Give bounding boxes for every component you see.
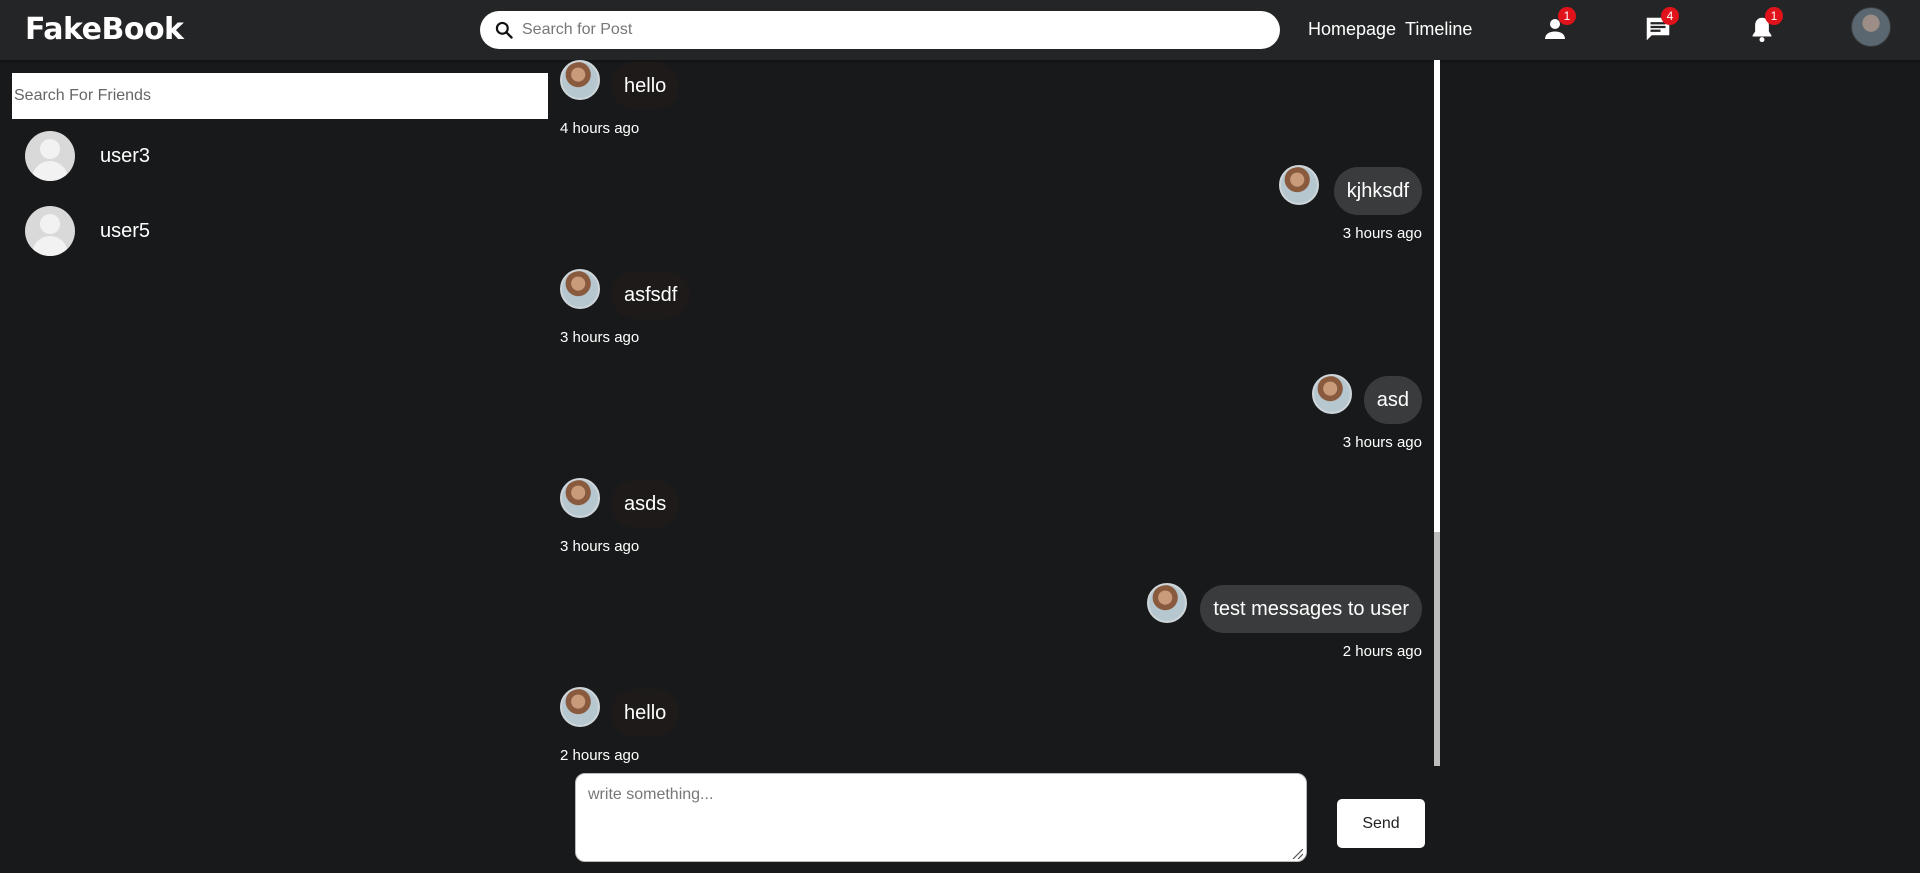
message-timestamp: 3 hours ago xyxy=(1342,225,1422,242)
message-bubble: test messages to user xyxy=(1200,585,1422,633)
friend-search-input[interactable] xyxy=(12,73,548,119)
message-bubble: asds xyxy=(611,480,680,528)
messages-button[interactable]: 4 xyxy=(1643,7,1679,46)
message-composer-input[interactable] xyxy=(575,773,1307,862)
friend-item[interactable]: user3 xyxy=(25,131,525,183)
resize-grip-icon[interactable] xyxy=(1291,849,1303,859)
post-search-input[interactable] xyxy=(520,15,1260,45)
message-outgoing: kjhksdf 3 hours ago xyxy=(1022,165,1422,245)
message-bubble: hello xyxy=(611,62,680,110)
message-bubble: kjhksdf xyxy=(1333,167,1422,215)
message-incoming: hello 2 hours ago xyxy=(560,687,960,766)
sender-avatar xyxy=(1147,583,1187,623)
friend-requests-badge: 1 xyxy=(1558,7,1576,25)
message-incoming: asds 3 hours ago xyxy=(560,478,960,558)
message-incoming: hello 4 hours ago xyxy=(560,60,960,140)
notifications-badge: 1 xyxy=(1765,7,1783,25)
send-button[interactable]: Send xyxy=(1337,799,1425,848)
message-outgoing: asd 3 hours ago xyxy=(1022,374,1422,454)
messages-badge: 4 xyxy=(1661,7,1679,25)
message-timestamp: 2 hours ago xyxy=(1342,643,1422,660)
friend-requests-button[interactable]: 1 xyxy=(1540,7,1576,46)
profile-avatar[interactable] xyxy=(1851,7,1891,47)
sender-avatar xyxy=(560,269,600,309)
nav-link-homepage[interactable]: Homepage xyxy=(1308,19,1396,40)
sender-avatar xyxy=(1312,374,1352,414)
chat-scrollbar[interactable] xyxy=(1434,60,1440,766)
message-timestamp: 3 hours ago xyxy=(1342,434,1422,451)
friend-name: user5 xyxy=(100,220,151,242)
chat-scrollbar-thumb[interactable] xyxy=(1434,532,1440,766)
message-incoming: asfsdf 3 hours ago xyxy=(560,269,960,349)
sender-avatar xyxy=(560,687,600,727)
message-timestamp: 4 hours ago xyxy=(560,120,640,137)
sender-avatar xyxy=(1279,165,1319,205)
sender-avatar xyxy=(560,478,600,518)
sender-avatar xyxy=(560,60,600,100)
default-avatar xyxy=(25,206,75,256)
app-logo[interactable]: FakeBook xyxy=(25,12,184,47)
message-bubble: asfsdf xyxy=(611,271,691,319)
friend-name: user3 xyxy=(100,145,151,167)
message-timestamp: 3 hours ago xyxy=(560,538,640,555)
nav-link-timeline[interactable]: Timeline xyxy=(1405,19,1472,40)
friend-item[interactable]: user5 xyxy=(25,206,525,258)
post-search-bar[interactable] xyxy=(480,11,1280,49)
chat-message-list[interactable]: hello 4 hours ago kjhksdf 3 hours ago as… xyxy=(560,60,1440,766)
message-outgoing: test messages to user 2 hours ago xyxy=(1022,583,1422,663)
message-bubble: hello xyxy=(611,689,680,737)
default-avatar xyxy=(25,131,75,181)
search-icon xyxy=(494,20,514,40)
message-bubble: asd xyxy=(1363,376,1422,424)
message-timestamp: 2 hours ago xyxy=(560,747,640,764)
message-timestamp: 3 hours ago xyxy=(560,329,640,346)
top-navigation-bar: FakeBook Homepage Timeline 1 4 xyxy=(0,0,1920,60)
notifications-button[interactable]: 1 xyxy=(1747,7,1783,46)
